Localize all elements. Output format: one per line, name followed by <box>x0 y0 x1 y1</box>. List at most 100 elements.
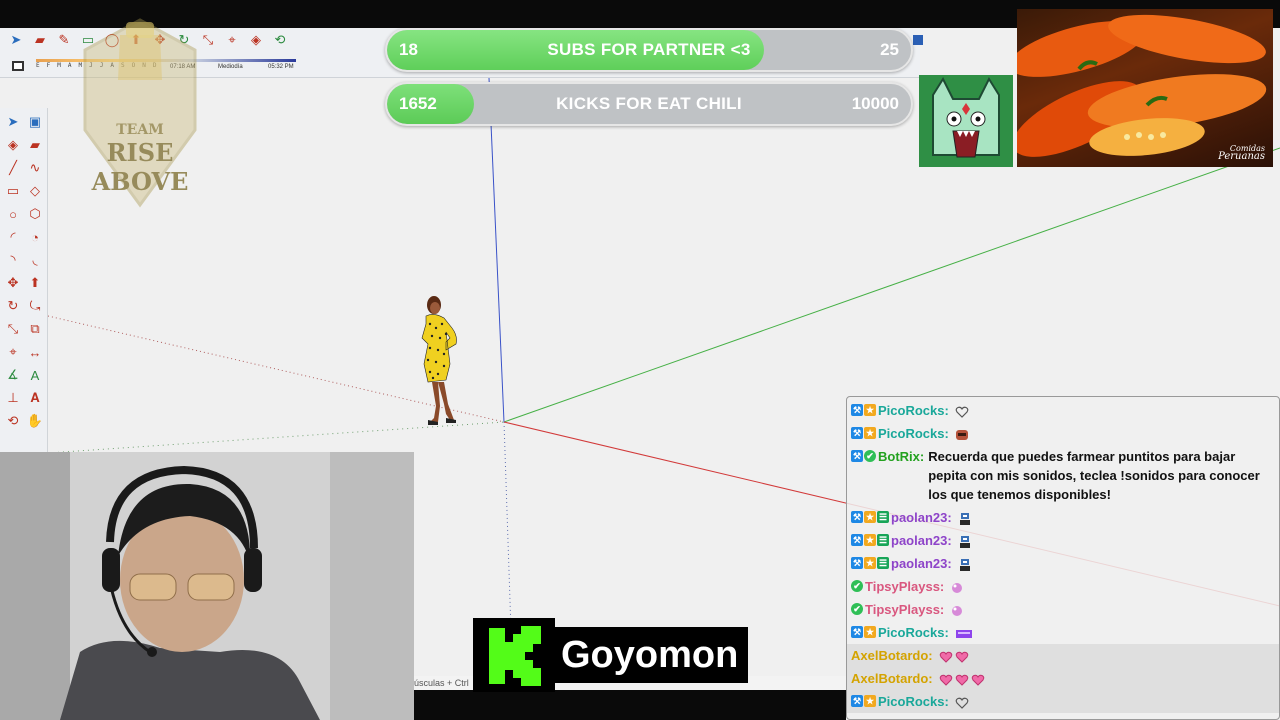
bottom-band <box>414 690 846 720</box>
chat-message-text <box>953 692 969 711</box>
hearts2-emote-icon <box>937 648 969 663</box>
chat-username[interactable]: BotRix: <box>878 447 924 466</box>
time-mid-label: Mediodía <box>218 64 243 70</box>
chat-username[interactable]: paolan23: <box>891 531 952 550</box>
chat-username[interactable]: PicoRocks: <box>878 401 949 420</box>
sub-badge-icon: ★ <box>864 404 876 416</box>
chat-username[interactable]: TipsyPlayss: <box>865 600 944 619</box>
chat-username[interactable]: AxelBotardo: <box>851 646 933 665</box>
pan-icon[interactable]: ✋ <box>25 411 45 431</box>
rotate-icon[interactable]: ↻ <box>3 296 23 316</box>
team-logo: TEAM RISE ABOVE <box>70 10 210 210</box>
chat-message-text <box>956 531 972 550</box>
scale-icon[interactable]: ⤡ <box>3 319 23 339</box>
heart-outline-emote-icon <box>953 694 969 709</box>
chat-message: ⚒ ★ PicoRocks: <box>847 690 1279 713</box>
paint-icon[interactable]: ◈ <box>246 30 266 50</box>
chat-badges: ⚒ ★ <box>851 626 876 638</box>
arc3-icon[interactable]: ◟ <box>25 250 45 270</box>
tool-palette-grid: ➤ ▣ ◈ ▰ ╱ ∿ ▭ ◇ ○ ⬡ ◜ ◔ ◝ ◟ ✥ ⬆ ↻ ⤿ ⤡ ⧉ ⌖ ↔ ∡ A ⊥ 𝐀 ⟲ ✋ <box>3 112 47 431</box>
component-icon[interactable]: ▣ <box>25 112 45 132</box>
chat-username[interactable]: TipsyPlayss: <box>865 577 944 596</box>
chat-message-list: ⚒ ★ PicoRocks: ⚒ ★ PicoRocks: ⚒ ✔ BotRix: Recuerd… <box>847 397 1279 713</box>
chat-badges: ⚒ ✔ <box>851 450 876 462</box>
time-end-label: 05:32 PM <box>268 64 294 70</box>
mod-badge-icon: ⚒ <box>851 557 863 569</box>
offset-icon[interactable]: ⧉ <box>25 319 45 339</box>
arc2-icon[interactable]: ◝ <box>3 250 23 270</box>
monster-avatar <box>919 75 1013 167</box>
chat-username[interactable]: paolan23: <box>891 554 952 573</box>
logo-rise-text: RISE ABOVE <box>91 138 189 196</box>
orbit-icon[interactable]: ⟲ <box>3 411 23 431</box>
arc-icon[interactable]: ◜ <box>3 227 23 247</box>
tape-icon[interactable]: ⌖ <box>3 342 23 362</box>
chat-message: ⚒ ✔ BotRix: Recuerda que puedes farmear pun… <box>847 445 1279 506</box>
green-axis <box>503 147 1280 423</box>
kick-logo <box>473 618 555 692</box>
og-badge-icon: ☰ <box>877 557 889 569</box>
chat-badges: ⚒ ★ <box>851 404 876 416</box>
chat-message: ✔ TipsyPlayss: <box>847 598 1279 621</box>
chat-message: ⚒ ★ PicoRocks: <box>847 621 1279 644</box>
statusbar-text: úsculas + Ctrl <box>414 678 469 688</box>
chili-caption: Comidas Peruanas <box>1218 145 1265 162</box>
kick-banner: Goyomon <box>473 618 749 692</box>
chat-username[interactable]: PicoRocks: <box>878 692 949 711</box>
paint-bucket-icon[interactable]: ◈ <box>3 135 23 155</box>
mod-badge-icon: ⚒ <box>851 534 863 546</box>
chat-username[interactable]: PicoRocks: <box>878 623 949 642</box>
3dtext-icon[interactable]: 𝐀 <box>25 388 45 408</box>
style-icon[interactable] <box>10 58 26 74</box>
chat-message-text <box>948 577 964 596</box>
protractor-icon[interactable]: ∡ <box>3 365 23 385</box>
mod-badge-icon: ⚒ <box>851 450 863 462</box>
pushpull-icon[interactable]: ⬆ <box>25 273 45 293</box>
chat-message: AxelBotardo: <box>847 644 1279 667</box>
chat-message: ⚒ ★ ☰ paolan23: <box>847 529 1279 552</box>
subs-goal-title: SUBS FOR PARTNER <3 <box>547 40 751 59</box>
chat-username[interactable]: paolan23: <box>891 508 952 527</box>
sub-badge-icon: ★ <box>864 511 876 523</box>
chat-username[interactable]: AxelBotardo: <box>851 669 933 688</box>
bubble-emote-icon <box>948 602 964 617</box>
heart-outline-emote-icon <box>953 403 969 418</box>
chat-badges: ⚒ ★ ☰ <box>851 534 889 546</box>
mod-badge-icon: ⚒ <box>851 427 863 439</box>
chili-caption-line2: Peruanas <box>1218 151 1265 162</box>
axes-icon[interactable]: ⊥ <box>3 388 23 408</box>
chat-text: Recuerda que puedes farmear puntitos par… <box>928 449 1260 502</box>
followme-icon[interactable]: ⤿ <box>25 296 45 316</box>
chat-message-text <box>937 669 987 688</box>
chat-username[interactable]: PicoRocks: <box>878 424 949 443</box>
kicks-goal-bar: 1652 KICKS FOR EAT CHILI 10000 <box>385 82 913 126</box>
orbit-icon[interactable]: ⟲ <box>270 30 290 50</box>
sub-badge-icon: ★ <box>864 427 876 439</box>
move-icon[interactable]: ✥ <box>3 273 23 293</box>
eraser-icon[interactable]: ▰ <box>25 135 45 155</box>
select-icon[interactable]: ➤ <box>6 30 26 50</box>
text-icon[interactable]: A <box>25 365 45 385</box>
robot-emote-icon <box>956 556 972 571</box>
rectangle-icon[interactable]: ▭ <box>3 181 23 201</box>
freehand-icon[interactable]: ∿ <box>25 158 45 178</box>
circle-icon[interactable]: ○ <box>3 204 23 224</box>
chat-message: ⚒ ★ ☰ paolan23: <box>847 552 1279 575</box>
rotated-rect-icon[interactable]: ◇ <box>25 181 45 201</box>
dimension-icon[interactable]: ↔ <box>25 342 45 362</box>
chat-message-text <box>948 600 964 619</box>
polygon-icon[interactable]: ⬡ <box>25 204 45 224</box>
month-label: F <box>46 62 51 69</box>
chat-message-text <box>953 424 969 443</box>
line-icon[interactable]: ╱ <box>3 158 23 178</box>
mod-badge-icon: ⚒ <box>851 695 863 707</box>
chat-badges: ✔ <box>851 580 863 592</box>
eraser-icon[interactable]: ▰ <box>30 30 50 50</box>
tape-icon[interactable]: ⌖ <box>222 30 242 50</box>
chat-badges: ⚒ ★ <box>851 427 876 439</box>
pie-icon[interactable]: ◔ <box>25 227 45 247</box>
og-badge-icon: ☰ <box>877 511 889 523</box>
arrow-icon[interactable]: ➤ <box>3 112 23 132</box>
bot-badge-icon: ✔ <box>851 603 863 615</box>
chili-image: Comidas Peruanas <box>1017 9 1273 167</box>
